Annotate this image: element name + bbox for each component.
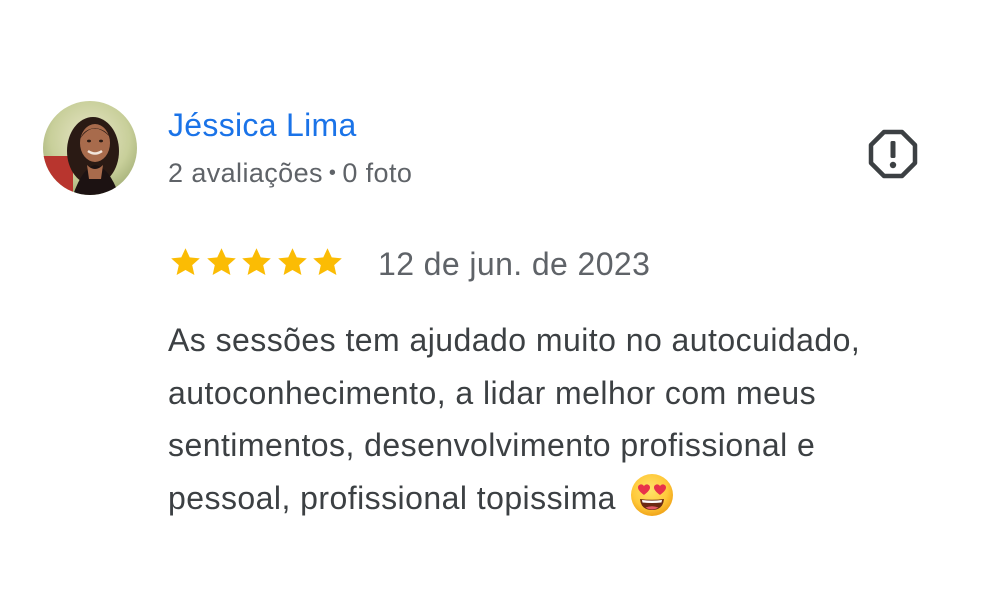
review-text: As sessões tem ajudado muito no autocuid… <box>168 314 968 524</box>
review-text-line: sentimentos, desenvolvimento profissiona… <box>168 427 816 463</box>
star-icon <box>168 245 203 280</box>
star-icon <box>239 245 274 280</box>
star-rating <box>168 244 346 280</box>
star-icon <box>275 245 310 280</box>
meta-separator: • <box>328 162 337 184</box>
review-text-line-last: pessoal, profissional topissima <box>168 472 968 525</box>
heart-eyes-emoji-icon <box>629 472 675 518</box>
review-date: 12 de jun. de 2023 <box>378 246 651 282</box>
report-review-icon[interactable] <box>866 127 920 181</box>
reviews-count: 2 avaliações <box>168 158 323 188</box>
review-card: Jéssica Lima 2 avaliações • 0 foto 12 de j… <box>0 0 1000 600</box>
author-name[interactable]: Jéssica Lima <box>168 104 357 146</box>
star-icon <box>310 245 345 280</box>
author-stats: 2 avaliações • 0 foto <box>168 154 412 192</box>
review-text-line: As sessões tem ajudado muito no autocuid… <box>168 322 861 358</box>
author-avatar[interactable] <box>43 101 137 195</box>
photos-count: 0 foto <box>342 158 413 188</box>
review-text-line: autoconhecimento, a lidar melhor com meu… <box>168 374 817 411</box>
review-text-line: pessoal, profissional topissima <box>168 479 616 516</box>
star-icon <box>204 245 239 280</box>
